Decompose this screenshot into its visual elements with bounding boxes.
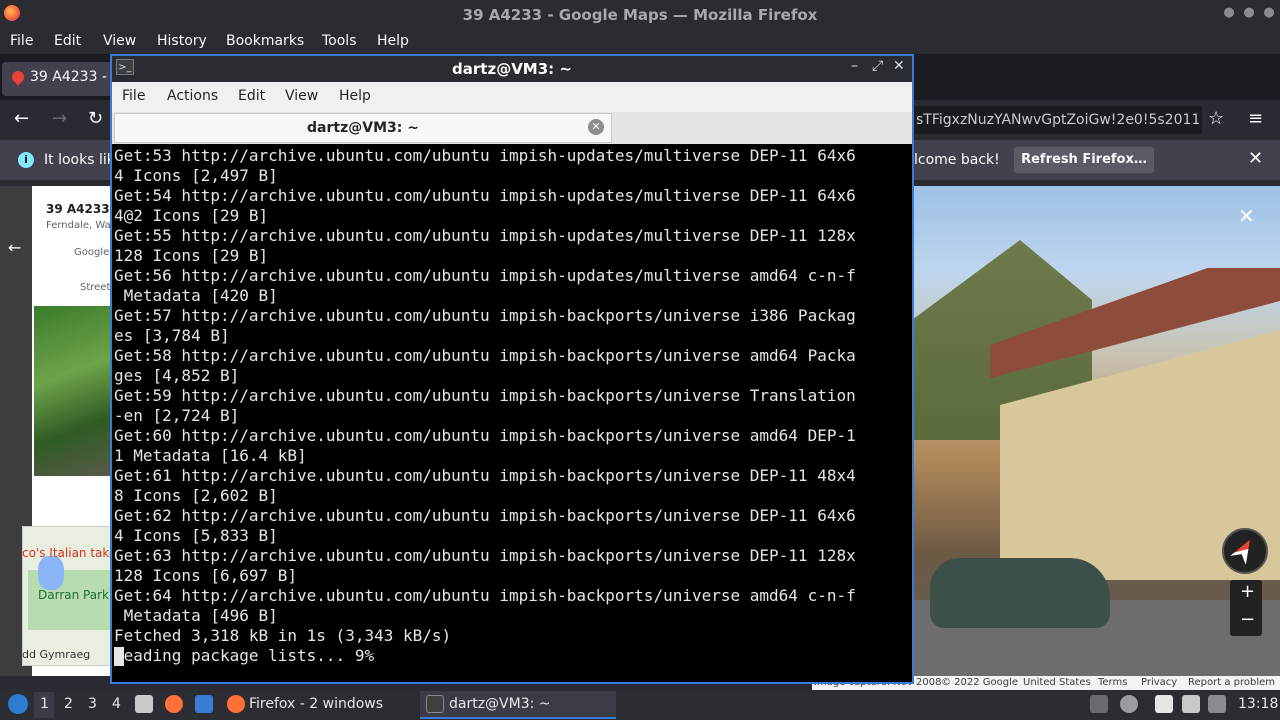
terminal-close-icon[interactable]: ✕ bbox=[893, 58, 905, 74]
terminal-task-icon bbox=[426, 695, 444, 713]
notification-text-right: lcome back! bbox=[914, 152, 1000, 168]
terminal-menu-file[interactable]: File bbox=[122, 88, 145, 104]
terminal-output-text: Get:53 http://archive.ubuntu.com/ubuntu … bbox=[114, 146, 856, 665]
street-view-close-icon[interactable]: ✕ bbox=[1238, 204, 1255, 228]
start-menu-icon[interactable] bbox=[8, 694, 28, 714]
terminal-cursor bbox=[114, 647, 124, 666]
maximize-icon[interactable]: ● bbox=[1242, 6, 1256, 20]
terminal-tab[interactable]: dartz@VM3: ~ bbox=[114, 113, 612, 143]
terminal-menubar: File Actions Edit View Help bbox=[112, 82, 912, 112]
firefox-titlebar: 39 A4233 - Google Maps — Mozilla Firefox bbox=[0, 0, 1280, 30]
zoom-out-button[interactable]: − bbox=[1240, 609, 1255, 630]
menu-edit[interactable]: Edit bbox=[54, 33, 81, 49]
url-bar[interactable]: sTFigxzNuzYANwvGptZoiGw!2e0!5s2011 bbox=[912, 106, 1202, 134]
minimize-icon[interactable]: ● bbox=[1222, 6, 1236, 20]
clock[interactable]: 13:18 bbox=[1238, 696, 1278, 712]
firefox-menubar: File Edit View History Bookmarks Tools H… bbox=[0, 30, 1280, 54]
imagery-year[interactable]: 2008 bbox=[55, 490, 80, 501]
maps-pin-icon bbox=[9, 68, 27, 86]
firefox-task-icon bbox=[227, 695, 245, 713]
forward-icon[interactable]: → bbox=[52, 108, 67, 129]
menu-view[interactable]: View bbox=[103, 33, 136, 49]
terminal-menu-view[interactable]: View bbox=[285, 88, 318, 104]
privacy-link[interactable]: Privacy bbox=[1141, 676, 1177, 690]
close-icon[interactable]: ● bbox=[1262, 6, 1276, 20]
place-title: 39 A4233 bbox=[46, 202, 110, 216]
street-view-car bbox=[930, 558, 1110, 628]
taskbar-terminal-label: dartz@VM3: ~ bbox=[449, 696, 551, 712]
back-icon[interactable]: ← bbox=[14, 108, 29, 129]
taskbar-firefox-label: Firefox - 2 windows bbox=[249, 696, 384, 712]
battery-icon[interactable] bbox=[1182, 695, 1200, 713]
volume-icon[interactable] bbox=[1120, 695, 1138, 713]
country-link[interactable]: United States bbox=[1023, 676, 1091, 690]
report-problem-link[interactable]: Report a problem bbox=[1188, 676, 1275, 690]
terminal-app-icon[interactable]: >_ bbox=[116, 59, 134, 75]
workspace-1[interactable]: 1 bbox=[40, 696, 49, 712]
maps-back-icon[interactable]: ← bbox=[8, 238, 21, 257]
refresh-firefox-button[interactable]: Refresh Firefox… bbox=[1014, 147, 1154, 173]
eject-icon[interactable] bbox=[1090, 695, 1108, 713]
zoom-in-button[interactable]: + bbox=[1240, 581, 1255, 602]
terminal-minimize-icon[interactable]: – bbox=[851, 58, 858, 74]
menu-history[interactable]: History bbox=[157, 33, 207, 49]
clipboard-icon[interactable] bbox=[1155, 695, 1173, 713]
menu-bookmarks[interactable]: Bookmarks bbox=[226, 33, 304, 49]
google-label: Google bbox=[74, 247, 110, 258]
terminal-menu-actions[interactable]: Actions bbox=[167, 88, 218, 104]
street-thumbnail[interactable] bbox=[34, 306, 114, 476]
terminal-output-area[interactable]: Get:53 http://archive.ubuntu.com/ubuntu … bbox=[114, 146, 910, 678]
workspace-2[interactable]: 2 bbox=[64, 696, 73, 712]
workspace-4[interactable]: 4 bbox=[112, 696, 121, 712]
minimap-lake bbox=[38, 556, 64, 590]
hamburger-menu-icon[interactable]: ≡ bbox=[1248, 108, 1263, 129]
notification-close-icon[interactable]: ✕ bbox=[1248, 148, 1263, 169]
menu-help[interactable]: Help bbox=[377, 33, 409, 49]
browser-tab-title: 39 A4233 - bbox=[30, 69, 107, 85]
menu-file[interactable]: File bbox=[10, 33, 33, 49]
minimap-label: Darran Park bbox=[38, 588, 109, 602]
terminal-maximize-icon[interactable]: ⤢ bbox=[872, 58, 883, 74]
network-icon[interactable] bbox=[1208, 695, 1226, 713]
street-label[interactable]: Street bbox=[80, 282, 110, 293]
terminal-menu-edit[interactable]: Edit bbox=[238, 88, 265, 104]
bookmark-star-icon[interactable]: ☆ bbox=[1208, 108, 1224, 129]
workspace-3[interactable]: 3 bbox=[88, 696, 97, 712]
copyright-text: © 2022 Google bbox=[941, 677, 1019, 688]
terminal-titlebar[interactable]: dartz@VM3: ~ bbox=[112, 56, 912, 82]
terminal-menu-help[interactable]: Help bbox=[339, 88, 371, 104]
info-icon: i bbox=[18, 152, 34, 168]
minimap-label: dd Gymraeg bbox=[22, 648, 91, 661]
notification-text-left: It looks lik bbox=[44, 152, 115, 168]
reload-icon[interactable]: ↻ bbox=[88, 108, 103, 129]
menu-tools[interactable]: Tools bbox=[322, 33, 357, 49]
minimap-label: co's Italian take bbox=[22, 546, 117, 560]
desktop-icon[interactable] bbox=[195, 695, 213, 713]
firefox-launcher-icon[interactable] bbox=[165, 695, 183, 713]
place-subtitle: Ferndale, Wa bbox=[46, 220, 111, 231]
firefox-logo-icon bbox=[4, 5, 20, 21]
file-manager-icon[interactable] bbox=[135, 695, 153, 713]
terminal-tab-close-icon[interactable]: ✕ bbox=[588, 119, 604, 135]
terms-link[interactable]: Terms bbox=[1098, 676, 1127, 690]
taskbar bbox=[0, 690, 1280, 720]
browser-tab[interactable]: 39 A4233 - bbox=[2, 62, 112, 96]
